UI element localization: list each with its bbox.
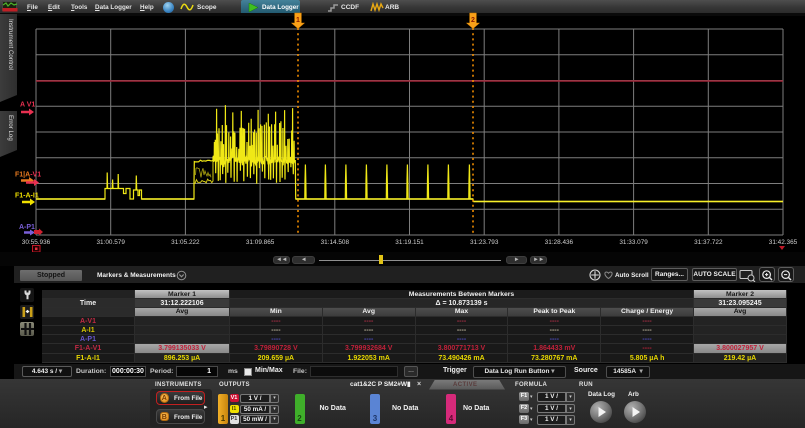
svg-text:F1-A-I1: F1-A-I1	[15, 193, 39, 200]
svg-text:2: 2	[471, 17, 475, 24]
svg-text:31:00.579: 31:00.579	[96, 239, 125, 246]
svg-text:A V1: A V1	[20, 102, 35, 109]
svg-text:30:55.936: 30:55.936	[22, 239, 51, 246]
svg-text:31:19.151: 31:19.151	[395, 239, 424, 246]
svg-text:31:37.722: 31:37.722	[694, 239, 723, 246]
svg-text:31:23.793: 31:23.793	[470, 239, 499, 246]
svg-text:F1|A-V1: F1|A-V1	[15, 172, 41, 179]
svg-text:31:33.079: 31:33.079	[619, 239, 648, 246]
svg-text:31:14.508: 31:14.508	[321, 239, 350, 246]
svg-text:A-P1: A-P1	[19, 224, 35, 231]
svg-text:31:05.222: 31:05.222	[171, 239, 200, 246]
svg-text:31:28.436: 31:28.436	[545, 239, 574, 246]
svg-text:1: 1	[296, 17, 300, 24]
svg-text:31:42.365: 31:42.365	[769, 239, 798, 246]
svg-text:31:09.865: 31:09.865	[246, 239, 275, 246]
